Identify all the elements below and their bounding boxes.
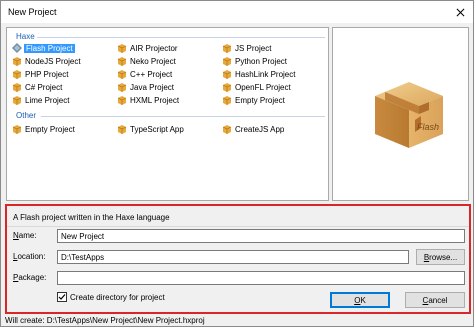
template-hashlink[interactable]: HashLink Project <box>222 68 295 80</box>
template-nodejs[interactable]: NodeJS Project <box>12 55 81 67</box>
template-label: JS Project <box>235 43 272 53</box>
new-project-dialog: New Project Haxe Flash Project AIR Proje… <box>0 0 474 327</box>
window-title: New Project <box>8 7 57 17</box>
template-empty-other[interactable]: Empty Project <box>12 123 75 135</box>
template-label: TypeScript App <box>130 124 184 134</box>
template-list[interactable]: Haxe Flash Project AIR Projector JS Proj… <box>6 27 329 201</box>
checkmark-icon <box>58 294 66 300</box>
package-icon <box>117 70 127 79</box>
template-label: NodeJS Project <box>25 56 81 66</box>
template-empty-haxe[interactable]: Empty Project <box>222 94 285 106</box>
package-icon <box>12 125 22 134</box>
template-label: Flash Project <box>24 43 75 53</box>
package-icon <box>117 83 127 92</box>
package-icon <box>12 96 22 105</box>
create-directory-label: Create directory for project <box>70 292 165 302</box>
project-details-panel: A Flash project written in the Haxe lang… <box>5 204 471 314</box>
template-label: CreateJS App <box>235 124 285 134</box>
template-label: AIR Projector <box>130 43 178 53</box>
package-icon <box>117 44 127 53</box>
template-label: OpenFL Project <box>235 82 291 92</box>
package-label: Package: <box>13 273 47 282</box>
package-input[interactable] <box>57 271 465 285</box>
template-neko[interactable]: Neko Project <box>117 55 176 67</box>
template-air[interactable]: AIR Projector <box>117 42 178 54</box>
template-createjs[interactable]: CreateJS App <box>222 123 284 135</box>
group-header-haxe: Haxe <box>16 32 35 41</box>
template-cpp[interactable]: C++ Project <box>117 68 172 80</box>
name-label: Name: <box>13 231 37 240</box>
template-js[interactable]: JS Project <box>222 42 271 54</box>
close-button[interactable] <box>453 5 467 19</box>
package-icon <box>222 125 232 134</box>
template-label: C# Project <box>25 82 63 92</box>
package-icon <box>117 57 127 66</box>
name-input[interactable]: New Project <box>57 229 465 243</box>
haxe-project-icon <box>12 43 22 53</box>
create-directory-option[interactable]: Create directory for project <box>57 292 165 302</box>
template-label: Neko Project <box>130 56 176 66</box>
package-icon <box>222 44 232 53</box>
package-icon <box>12 83 22 92</box>
cancel-button[interactable]: Cancel <box>405 292 465 308</box>
template-python[interactable]: Python Project <box>222 55 287 67</box>
status-text: Will create: D:\TestApps\New Project\New… <box>5 316 205 325</box>
divider <box>7 226 469 227</box>
template-description: A Flash project written in the Haxe lang… <box>13 213 170 222</box>
location-label: Location: <box>13 252 46 261</box>
title-bar: New Project <box>1 1 473 23</box>
template-label: HXML Project <box>130 95 180 105</box>
template-php[interactable]: PHP Project <box>12 68 68 80</box>
template-label: HashLink Project <box>235 69 296 79</box>
template-label: Java Project <box>130 82 175 92</box>
package-icon <box>117 96 127 105</box>
template-label: Lime Project <box>25 95 70 105</box>
template-flash[interactable]: Flash Project <box>12 42 75 54</box>
template-java[interactable]: Java Project <box>117 81 174 93</box>
template-preview: Flash <box>332 27 469 201</box>
package-icon <box>222 70 232 79</box>
ok-button[interactable]: OK <box>330 292 390 308</box>
package-icon <box>222 83 232 92</box>
template-label: Empty Project <box>235 95 285 105</box>
template-cs[interactable]: C# Project <box>12 81 62 93</box>
template-hxml[interactable]: HXML Project <box>117 94 179 106</box>
package-icon <box>117 125 127 134</box>
template-label: PHP Project <box>25 69 69 79</box>
package-icon <box>222 57 232 66</box>
create-directory-checkbox[interactable] <box>57 292 67 302</box>
group-divider <box>41 116 325 117</box>
package-icon <box>222 96 232 105</box>
location-input[interactable]: D:\TestApps <box>57 250 409 264</box>
package-icon <box>12 70 22 79</box>
template-label: C++ Project <box>130 69 173 79</box>
template-openfl[interactable]: OpenFL Project <box>222 81 291 93</box>
group-divider <box>37 37 325 38</box>
template-label: Empty Project <box>25 124 75 134</box>
package-icon <box>12 57 22 66</box>
close-icon <box>456 8 464 16</box>
group-header-other: Other <box>16 111 37 120</box>
template-typescript[interactable]: TypeScript App <box>117 123 184 135</box>
template-lime[interactable]: Lime Project <box>12 94 69 106</box>
preview-box-label: Flash <box>417 122 440 132</box>
template-label: Python Project <box>235 56 288 66</box>
browse-button[interactable]: Browse... <box>416 249 465 265</box>
flash-package-box-icon <box>375 82 443 148</box>
